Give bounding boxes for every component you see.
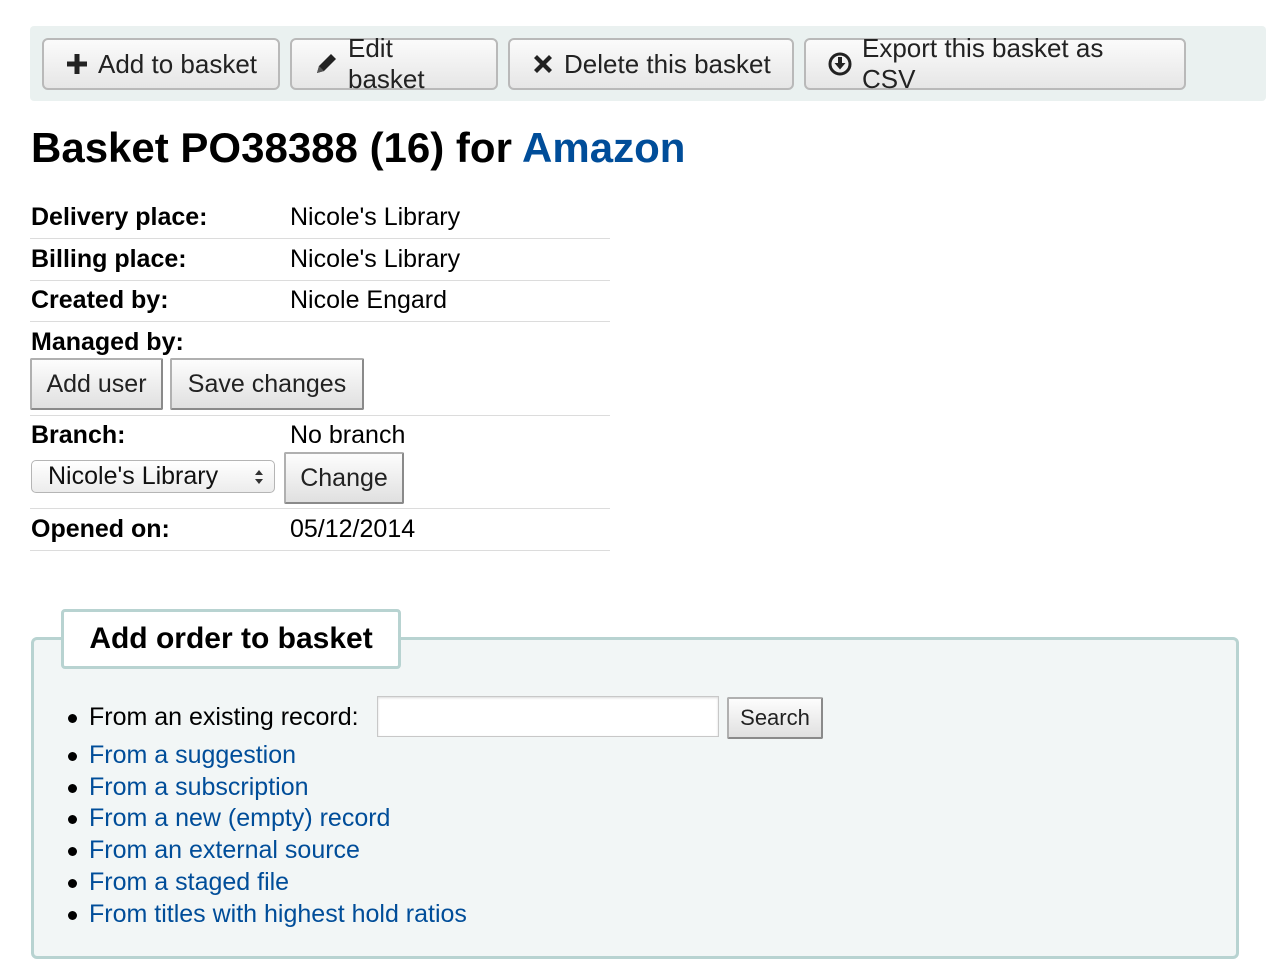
branch-label: Branch: [31,421,126,449]
bullet [68,752,77,761]
from-hold-ratios-link[interactable]: From titles with highest hold ratios [89,899,467,929]
add-user-button[interactable]: Add user [30,358,163,410]
download-circle-icon [828,52,852,76]
branch-select[interactable]: Nicole's Library [31,460,275,493]
bullet [68,911,77,920]
select-arrows-icon [255,470,263,484]
pencil-icon [317,54,336,73]
row-divider [30,238,610,239]
opened-on-value: 05/12/2014 [290,515,416,543]
created-by-value: Nicole Engard [290,286,448,314]
managed-by-label: Managed by: [31,328,184,356]
page-title: Basket PO38388 (16) for Amazon [31,122,685,174]
export-csv-button[interactable]: Export this basket as CSV [804,33,1186,94]
row-divider [30,415,610,416]
row-divider [30,321,610,322]
search-button[interactable]: Search [727,697,823,739]
bullet [68,815,77,824]
add-to-basket-button[interactable]: Add to basket [42,38,280,90]
row-divider [30,280,610,281]
plus-icon [67,54,87,74]
branch-value: No branch [290,421,406,449]
delete-basket-button[interactable]: Delete this basket [508,38,794,90]
row-divider [30,508,610,509]
existing-record-label: From an existing record: [89,703,359,731]
bullet [68,879,77,888]
branch-select-value: Nicole's Library [48,462,219,490]
delivery-place-value: Nicole's Library [290,203,461,231]
billing-place-value: Nicole's Library [290,245,461,273]
bullet [68,847,77,856]
add-order-legend: Add order to basket [61,609,401,669]
bullet [68,714,77,723]
opened-on-label: Opened on: [31,515,170,543]
delivery-place-label: Delivery place: [31,203,208,231]
bullet [68,784,77,793]
from-external-source-link[interactable]: From an external source [89,835,360,865]
basket-toolbar: Add to basket Edit basket Delete this ba… [30,26,1266,101]
add-to-basket-label: Add to basket [98,48,257,79]
from-suggestion-link[interactable]: From a suggestion [89,740,296,770]
save-changes-button[interactable]: Save changes [170,358,364,410]
record-search-input[interactable] [377,696,719,737]
edit-basket-button[interactable]: Edit basket [290,33,498,94]
export-csv-label: Export this basket as CSV [862,33,1104,94]
from-new-record-link[interactable]: From a new (empty) record [89,803,390,833]
vendor-link[interactable]: Amazon [522,124,685,171]
close-icon [534,55,552,73]
created-by-label: Created by: [31,286,169,314]
from-subscription-link[interactable]: From a subscription [89,772,309,802]
change-branch-button[interactable]: Change [284,452,404,504]
row-divider [30,550,610,551]
from-staged-file-link[interactable]: From a staged file [89,867,289,897]
billing-place-label: Billing place: [31,245,187,273]
delete-basket-label: Delete this basket [564,48,771,79]
title-prefix: Basket PO38388 (16) for [31,124,523,171]
edit-basket-label: Edit basket [348,33,425,94]
